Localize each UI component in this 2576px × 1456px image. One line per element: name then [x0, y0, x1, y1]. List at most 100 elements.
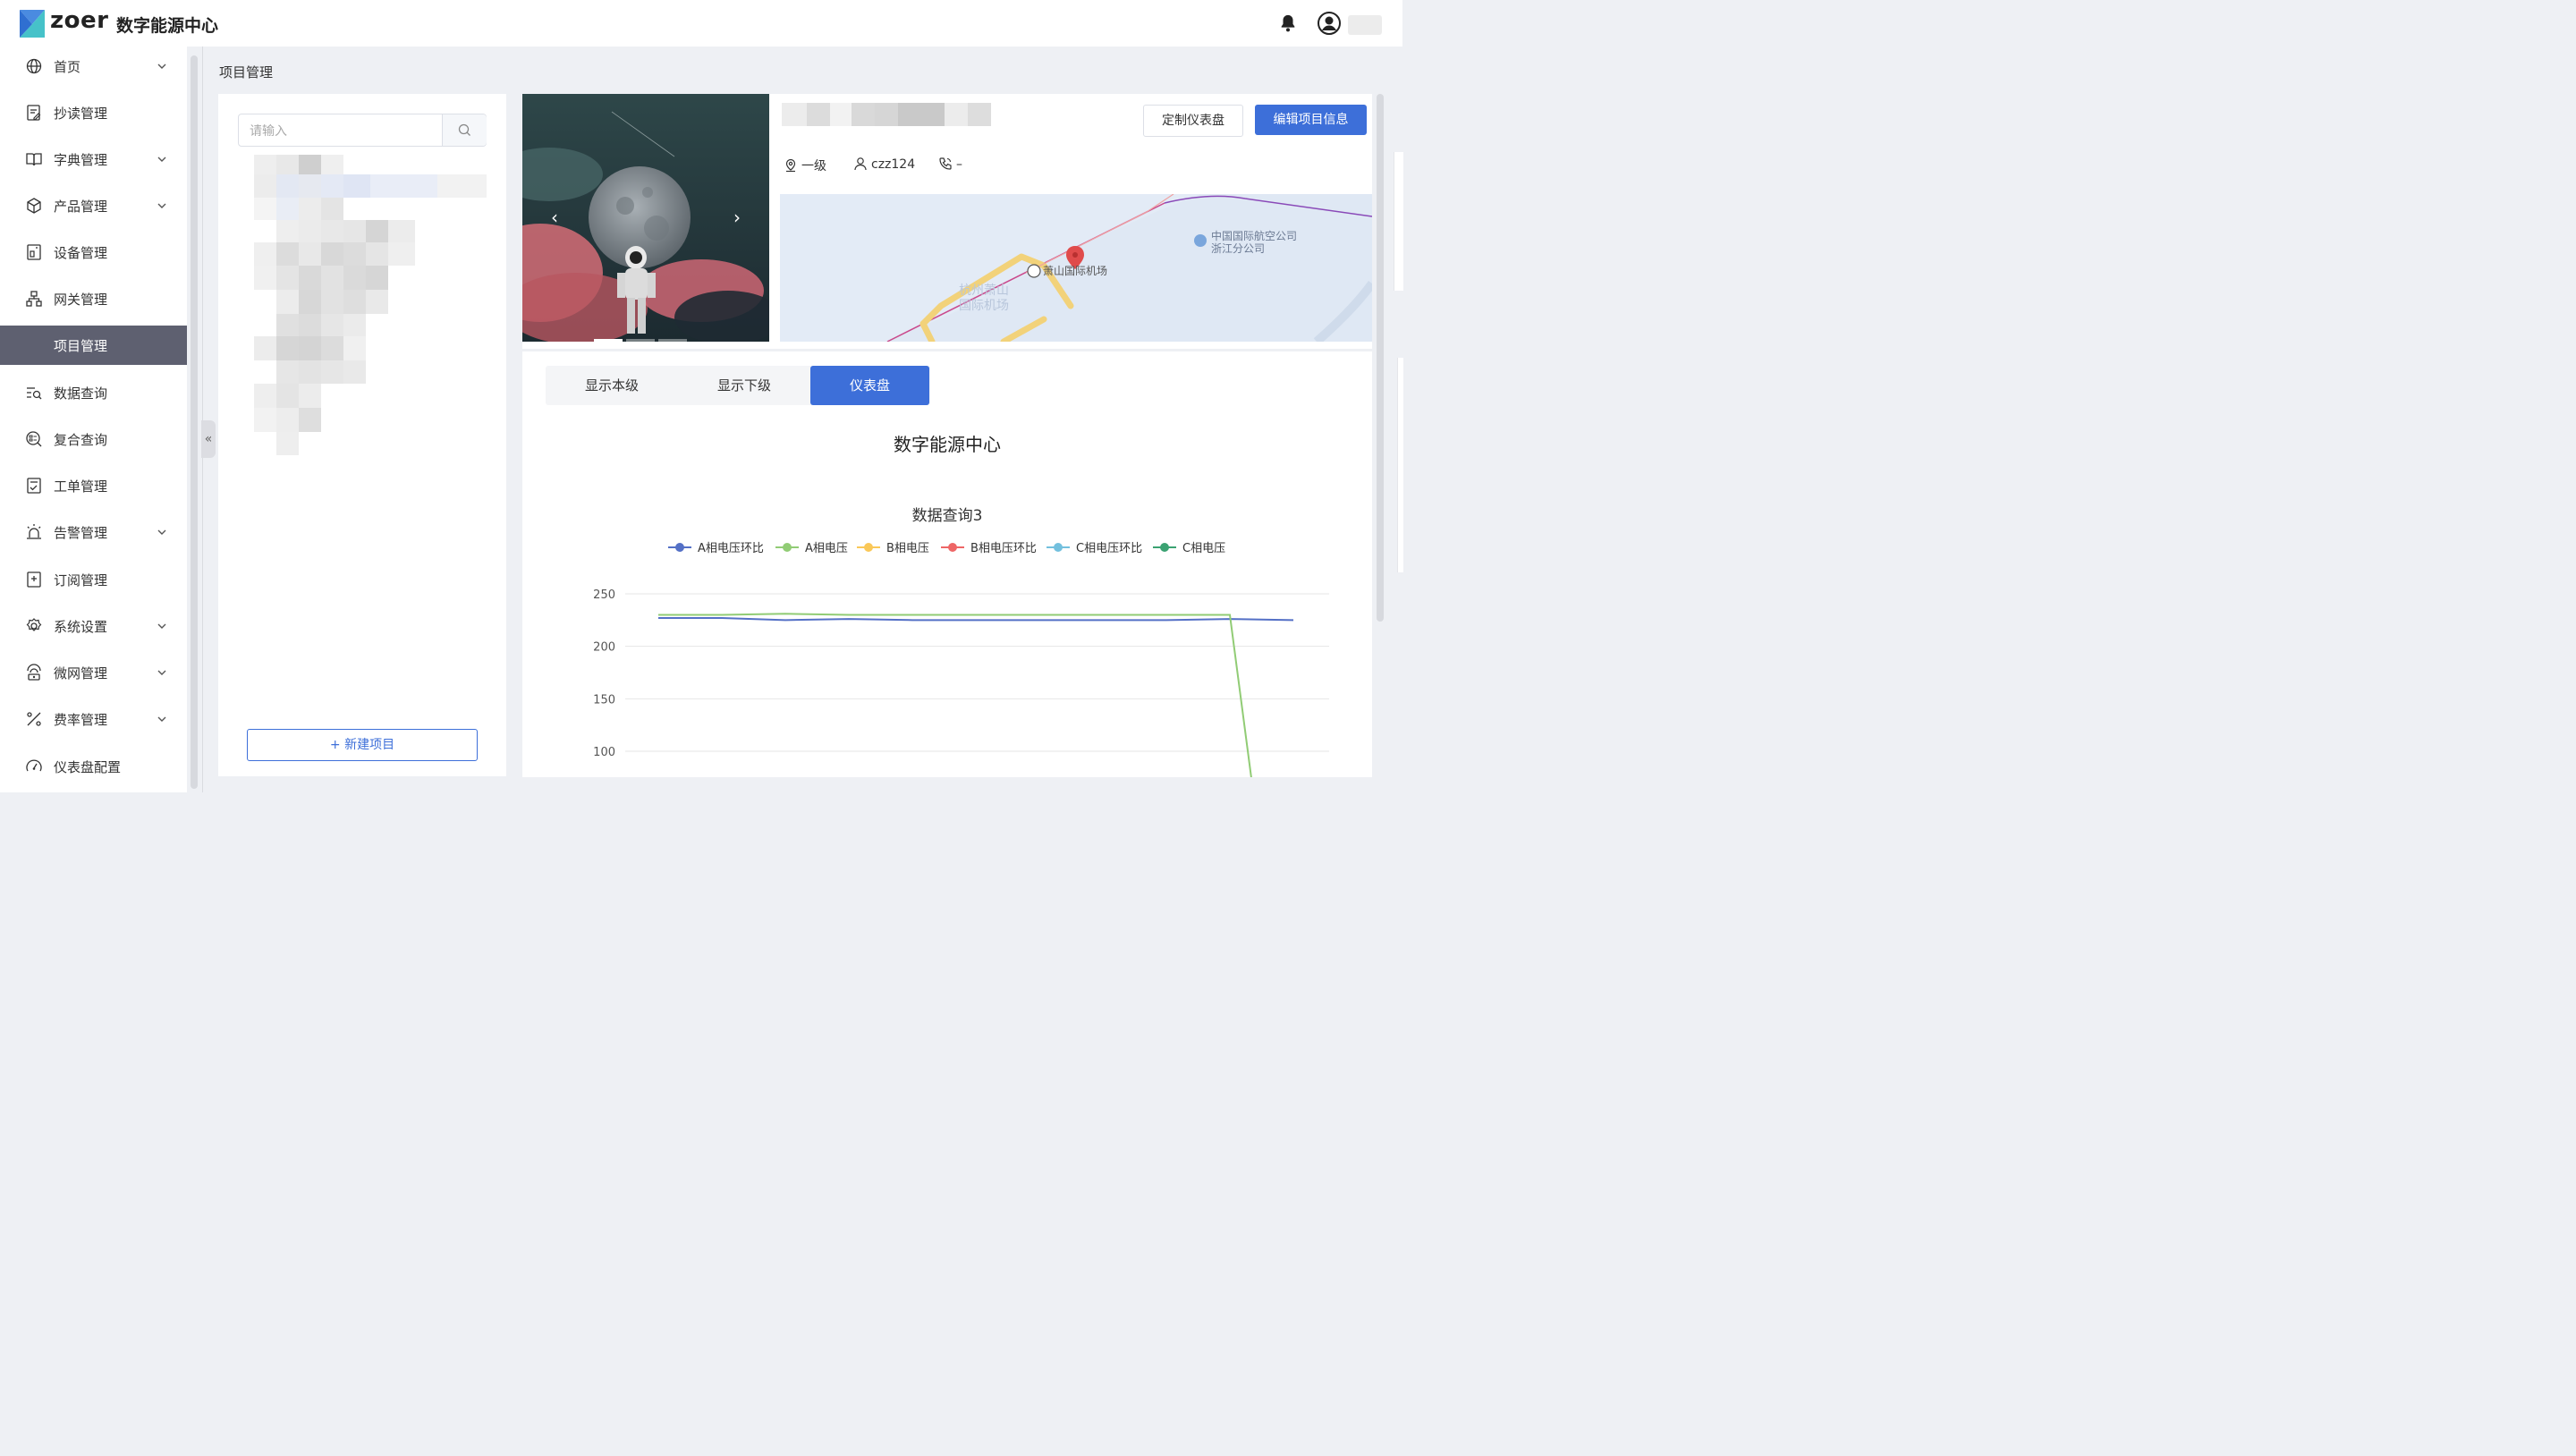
sidebar-item-meter-reading[interactable]: 抄读管理	[0, 93, 187, 132]
y-tick-label: 100	[593, 746, 615, 759]
legend-marker	[948, 543, 957, 552]
checklist-icon	[27, 478, 41, 494]
sidebar-item-work-order[interactable]: 工单管理	[0, 466, 187, 505]
tab-show-sub-level[interactable]: 显示下级	[678, 366, 810, 405]
sidebar-item-rate[interactable]: 费率管理	[0, 699, 187, 739]
project-level: 一级	[784, 157, 826, 174]
customize-dashboard-button[interactable]: 定制仪表盘	[1143, 105, 1243, 137]
user-icon	[854, 157, 867, 171]
side-drawer-edge[interactable]	[1397, 358, 1403, 572]
chevron-down-icon	[157, 157, 166, 162]
project-info-panel: ‹ › 定制仪表盘 编辑项目信息 一级 czz124 – 萧山国际机场 杭州萧山…	[522, 94, 1372, 349]
legend-item[interactable]: A相电压	[775, 542, 848, 555]
book-icon	[26, 153, 42, 166]
map-label-airport-area: 杭州萧山	[959, 284, 1009, 298]
sidebar-item-label: 产品管理	[54, 199, 108, 215]
gear-icon	[26, 618, 42, 631]
legend-item[interactable]: C相电压环比	[1046, 542, 1142, 555]
sidebar-item-project[interactable]: 项目管理	[0, 326, 187, 365]
sidebar-item-settings[interactable]: 系统设置	[0, 606, 187, 646]
sidebar-item-data-query[interactable]: 数据查询	[0, 373, 187, 412]
sidebar-item-alarm[interactable]: 告警管理	[0, 512, 187, 552]
data-search-icon	[27, 387, 42, 400]
chart-title: 数据查询3	[911, 507, 983, 525]
side-drawer-edge[interactable]	[1394, 152, 1403, 291]
project-location-map[interactable]: 萧山国际机场 杭州萧山 国际机场 中国国际航空公司 浙江分公司	[780, 194, 1372, 342]
collapse-sidebar-button[interactable]: «	[201, 420, 216, 458]
sidebar-item-label: 抄读管理	[54, 106, 108, 122]
voltage-line-chart[interactable]: A相电压环比 A相电压 B相电压 B相电压环比 C相电压环比 C相电压 100 150 200 2…	[522, 529, 1372, 777]
sidebar-item-microgrid[interactable]: 微网管理	[0, 653, 187, 692]
legend-label: B相电压	[886, 542, 929, 555]
dashboard-panel: 显示本级 显示下级 仪表盘 数字能源中心 数据查询3 A相电压环比 A相电压 B相电…	[522, 351, 1372, 777]
sidebar-item-device[interactable]: 设备管理	[0, 233, 187, 272]
subscribe-icon	[27, 571, 41, 588]
sidebar-item-label: 系统设置	[54, 619, 108, 635]
sidebar-scrollbar[interactable]	[191, 55, 198, 789]
rate-icon	[27, 712, 41, 726]
new-project-button[interactable]: + 新建项目	[247, 729, 478, 761]
sidebar: 首页 抄读管理 字典管理 产品管理 设备管理 网关管理 项目管理 数据查询 复合…	[0, 47, 187, 792]
project-image-carousel[interactable]: ‹ ›	[522, 94, 769, 342]
chevron-down-icon	[157, 716, 166, 722]
legend-item[interactable]: A相电压环比	[668, 542, 764, 555]
dashboard-tabs: 显示本级 显示下级 仪表盘	[546, 366, 930, 405]
sidebar-item-product[interactable]: 产品管理	[0, 186, 187, 225]
series-line	[658, 613, 1252, 777]
app-title: 数字能源中心	[116, 16, 219, 36]
bell-icon[interactable]	[1278, 13, 1298, 33]
divider	[202, 47, 203, 792]
sidebar-item-dashboard-config[interactable]: 仪表盘配置	[0, 747, 187, 786]
legend-label: A相电压	[805, 542, 848, 555]
content-scrollbar[interactable]	[1377, 94, 1384, 622]
legend-label: A相电压环比	[698, 542, 764, 555]
series-line	[658, 616, 1294, 622]
sidebar-item-home[interactable]: 首页	[0, 47, 187, 86]
tab-show-current-level[interactable]: 显示本级	[546, 366, 678, 405]
sidebar-item-gateway[interactable]: 网关管理	[0, 279, 187, 318]
project-level-value: 一级	[801, 159, 826, 174]
search-button[interactable]	[442, 114, 487, 146]
legend-marker	[675, 543, 684, 552]
box-icon	[27, 198, 41, 214]
y-tick-label: 250	[593, 588, 615, 602]
legend-marker	[1054, 543, 1063, 552]
sidebar-item-label: 微网管理	[54, 665, 108, 681]
carousel-dot[interactable]	[594, 339, 623, 342]
gauge-icon	[26, 759, 42, 772]
top-bar: zoer 数字能源中心	[0, 0, 1402, 47]
carousel-next-button[interactable]: ›	[723, 199, 751, 235]
sidebar-item-label: 字典管理	[54, 152, 108, 168]
sidebar-item-subscription[interactable]: 订阅管理	[0, 560, 187, 599]
tab-dashboard[interactable]: 仪表盘	[810, 366, 929, 405]
map-canvas: 萧山国际机场 杭州萧山 国际机场 中国国际航空公司 浙江分公司	[780, 194, 1372, 342]
carousel-prev-button[interactable]: ‹	[540, 199, 569, 235]
project-search-input[interactable]	[239, 114, 448, 148]
legend-label: C相电压环比	[1076, 542, 1142, 555]
project-phone-value: –	[956, 157, 962, 172]
project-owner-value: czz124	[871, 157, 916, 172]
project-tree-redacted[interactable]	[254, 155, 487, 455]
user-name-redacted[interactable]	[1348, 15, 1382, 35]
sidebar-item-label: 复合查询	[54, 432, 108, 448]
legend-item[interactable]: C相电压	[1153, 542, 1225, 555]
sidebar-item-label: 设备管理	[54, 245, 108, 261]
legend-item[interactable]: B相电压环比	[941, 542, 1037, 555]
sidebar-item-label: 仪表盘配置	[54, 759, 122, 775]
project-phone: –	[938, 157, 962, 172]
chevron-down-icon	[157, 63, 166, 69]
user-avatar-icon[interactable]	[1318, 12, 1341, 35]
sidebar-item-dictionary[interactable]: 字典管理	[0, 140, 187, 179]
sidebar-item-label: 工单管理	[54, 478, 108, 495]
sidebar-item-label: 数据查询	[54, 385, 108, 402]
edit-project-button[interactable]: 编辑项目信息	[1255, 105, 1367, 135]
network-icon	[26, 291, 42, 307]
device-icon	[27, 244, 41, 260]
sidebar-item-label: 项目管理	[54, 338, 108, 354]
legend-item[interactable]: B相电压	[857, 542, 929, 555]
search-icon	[458, 123, 470, 136]
sidebar-item-compound-query[interactable]: 复合查询	[0, 419, 187, 459]
legend-marker	[1160, 543, 1169, 552]
carousel-dot[interactable]	[626, 339, 655, 342]
carousel-dot[interactable]	[658, 339, 687, 342]
